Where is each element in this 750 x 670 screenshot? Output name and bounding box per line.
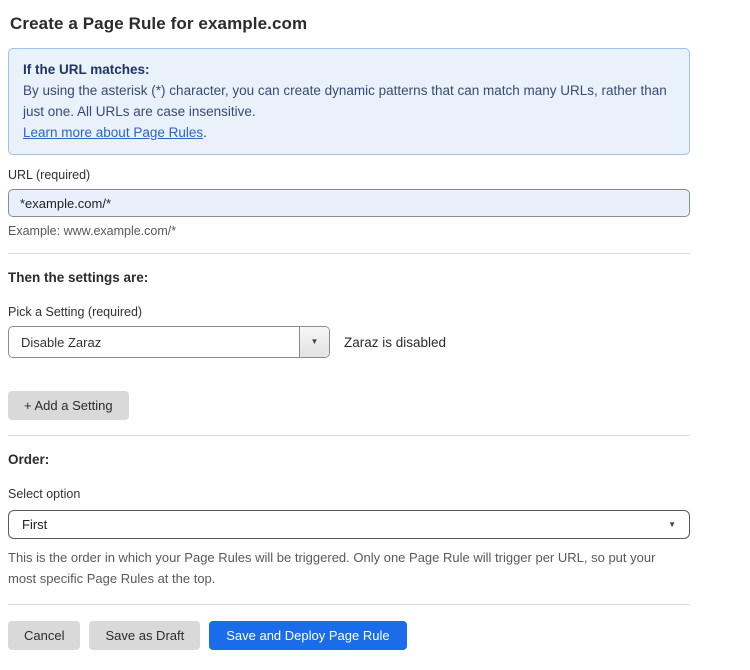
chevron-down-icon: ▼ — [311, 338, 319, 346]
url-label: URL (required) — [8, 168, 692, 182]
url-input[interactable] — [8, 189, 690, 217]
form-actions: Cancel Save as Draft Save and Deploy Pag… — [8, 621, 692, 650]
setting-status-text: Zaraz is disabled — [344, 335, 446, 350]
info-box-body: By using the asterisk (*) character, you… — [23, 80, 675, 122]
cancel-button[interactable]: Cancel — [8, 621, 80, 650]
setting-select-dropdown[interactable]: Disable Zaraz ▼ — [8, 326, 330, 358]
order-select-value: First — [22, 517, 47, 532]
info-box-heading: If the URL matches: — [23, 59, 675, 80]
page-title: Create a Page Rule for example.com — [10, 14, 692, 34]
order-select-label: Select option — [8, 487, 692, 501]
save-as-draft-button[interactable]: Save as Draft — [89, 621, 200, 650]
url-match-info-box: If the URL matches: By using the asteris… — [8, 48, 690, 155]
divider — [8, 253, 690, 254]
link-suffix: . — [203, 125, 207, 140]
settings-section-heading: Then the settings are: — [8, 270, 692, 285]
divider — [8, 435, 690, 436]
add-setting-button[interactable]: + Add a Setting — [8, 391, 129, 420]
order-description: This is the order in which your Page Rul… — [8, 547, 680, 589]
divider — [8, 604, 690, 605]
url-example-hint: Example: www.example.com/* — [8, 224, 692, 238]
setting-row: Disable Zaraz ▼ Zaraz is disabled — [8, 326, 692, 358]
learn-more-page-rules-link[interactable]: Learn more about Page Rules — [23, 125, 203, 140]
pick-setting-label: Pick a Setting (required) — [8, 305, 692, 319]
chevron-down-icon: ▼ — [668, 521, 676, 529]
create-page-rule-form: Create a Page Rule for example.com If th… — [0, 0, 692, 650]
setting-select-value: Disable Zaraz — [9, 335, 101, 350]
order-select-dropdown[interactable]: First ▼ — [8, 510, 690, 539]
save-and-deploy-button[interactable]: Save and Deploy Page Rule — [209, 621, 406, 650]
info-link-row: Learn more about Page Rules. — [23, 122, 675, 143]
order-section-heading: Order: — [8, 452, 692, 467]
setting-select-arrow-button[interactable]: ▼ — [299, 327, 329, 357]
